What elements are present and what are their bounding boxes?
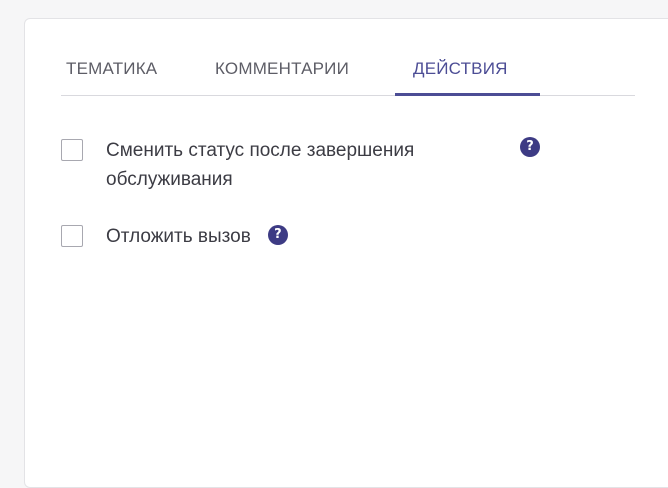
tab-topics[interactable]: ТЕМАТИКА <box>66 59 157 79</box>
actions-panel: ТЕМАТИКА КОММЕНТАРИИ ДЕЙСТВИЯ Сменить ст… <box>24 18 668 488</box>
change-status-option[interactable]: Сменить статус после завершения обслужив… <box>61 136 540 194</box>
help-icon[interactable]: ? <box>520 137 540 157</box>
postpone-call-checkbox[interactable] <box>61 225 83 247</box>
help-icon[interactable]: ? <box>267 225 288 245</box>
tab-bar: ТЕМАТИКА КОММЕНТАРИИ ДЕЙСТВИЯ <box>61 19 635 96</box>
postpone-call-label: Отложить вызов <box>106 226 251 247</box>
change-status-checkbox[interactable] <box>61 139 83 161</box>
active-tab-indicator <box>395 93 540 96</box>
postpone-call-option[interactable]: Отложить вызов ? <box>61 222 288 251</box>
tab-actions[interactable]: ДЕЙСТВИЯ <box>413 59 508 79</box>
change-status-label: Сменить статус после завершения обслужив… <box>106 140 415 190</box>
tab-comments[interactable]: КОММЕНТАРИИ <box>215 59 349 79</box>
